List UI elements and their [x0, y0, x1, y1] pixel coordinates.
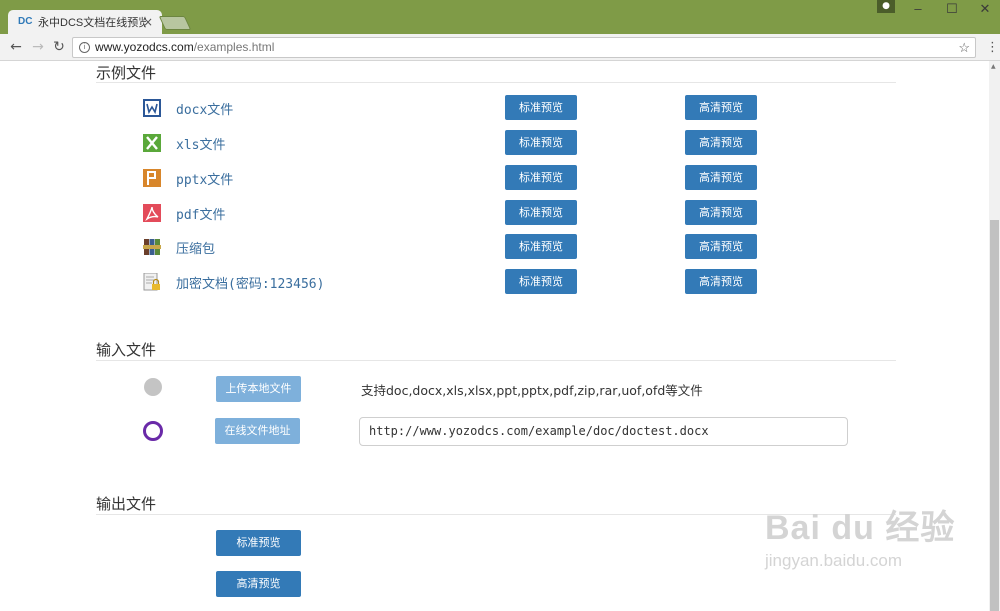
- browser-titlebar: DC 永中DCS文档在线预览 - × ● – ☐ ✕: [0, 0, 1000, 34]
- file-label-pdf[interactable]: pdf文件: [176, 204, 225, 223]
- standard-preview-button-xls[interactable]: 标准预览: [505, 130, 577, 155]
- profile-icon[interactable]: ●: [877, 0, 895, 13]
- file-label-xls[interactable]: xls文件: [176, 134, 225, 153]
- hd-preview-button-pptx[interactable]: 高清预览: [685, 165, 757, 190]
- output-hd-preview-button[interactable]: 高清预览: [216, 571, 301, 597]
- new-tab-button[interactable]: [158, 16, 192, 30]
- upload-radio[interactable]: [144, 378, 162, 396]
- output-standard-preview-button[interactable]: 标准预览: [216, 530, 301, 556]
- scrollbar-thumb[interactable]: [990, 220, 999, 611]
- hd-preview-button-docx[interactable]: 高清预览: [685, 95, 757, 120]
- browser-toolbar: ← → ↻ i www.yozodcs.com/examples.html ☆ …: [0, 34, 1000, 61]
- hd-preview-button-encrypted[interactable]: 高清预览: [685, 269, 757, 294]
- watermark-url: jingyan.baidu.com: [765, 551, 903, 570]
- word-icon: [143, 99, 161, 117]
- close-window-button[interactable]: ✕: [970, 2, 1000, 18]
- file-url-input[interactable]: http://www.yozodcs.com/example/doc/docte…: [359, 417, 848, 446]
- browser-menu-icon[interactable]: ⋮: [986, 40, 999, 55]
- hd-preview-button-xls[interactable]: 高清预览: [685, 130, 757, 155]
- tab-title: 永中DCS文档在线预览 -: [38, 17, 146, 29]
- hd-preview-button-archive[interactable]: 高清预览: [685, 234, 757, 259]
- minimize-button[interactable]: –: [903, 2, 933, 18]
- url-path: /examples.html: [193, 40, 275, 54]
- standard-preview-button-encrypted[interactable]: 标准预览: [505, 269, 577, 294]
- standard-preview-button-pdf[interactable]: 标准预览: [505, 200, 577, 225]
- forward-arrow-icon[interactable]: →: [30, 39, 46, 55]
- url-host: www.yozodcs.com: [95, 40, 194, 54]
- reload-icon[interactable]: ↻: [51, 39, 67, 55]
- encrypted-doc-icon: [143, 273, 160, 291]
- online-file-url-button[interactable]: 在线文件地址: [215, 418, 300, 444]
- archive-icon: [143, 239, 161, 255]
- hd-preview-button-pdf[interactable]: 高清预览: [685, 200, 757, 225]
- online-url-radio[interactable]: [143, 421, 163, 441]
- tab-close-icon[interactable]: ×: [143, 15, 153, 29]
- section-divider: [96, 360, 896, 361]
- file-label-pptx[interactable]: pptx文件: [176, 169, 233, 188]
- watermark-logo: Bai du 经验: [765, 509, 956, 547]
- scroll-up-arrow-icon[interactable]: ▲: [991, 63, 996, 70]
- ppt-icon: [143, 169, 161, 187]
- section-divider: [96, 82, 896, 83]
- baidu-jingyan-watermark: Bai du 经验 jingyan.baidu.com: [765, 500, 955, 571]
- file-label-archive[interactable]: 压缩包: [176, 238, 215, 257]
- file-label-docx[interactable]: docx文件: [176, 99, 233, 118]
- file-label-encrypted[interactable]: 加密文档(密码:123456): [176, 273, 324, 292]
- maximize-button[interactable]: ☐: [937, 2, 967, 18]
- dcs-favicon-icon: DC: [18, 16, 33, 27]
- supported-formats-text: 支持doc,docx,xls,xlsx,ppt,pptx,pdf,zip,rar…: [361, 383, 703, 398]
- back-arrow-icon[interactable]: ←: [8, 39, 24, 55]
- standard-preview-button-docx[interactable]: 标准预览: [505, 95, 577, 120]
- standard-preview-button-pptx[interactable]: 标准预览: [505, 165, 577, 190]
- section-title-examples: 示例文件: [96, 64, 157, 82]
- section-title-input: 输入文件: [96, 341, 157, 359]
- section-title-output: 输出文件: [96, 495, 157, 513]
- address-bar[interactable]: i www.yozodcs.com/examples.html ☆: [72, 37, 976, 58]
- bookmark-star-icon[interactable]: ☆: [958, 38, 970, 57]
- browser-tab[interactable]: DC 永中DCS文档在线预览 - ×: [8, 10, 162, 34]
- pdf-icon: [143, 204, 161, 222]
- info-icon[interactable]: i: [79, 42, 90, 53]
- upload-local-file-button[interactable]: 上传本地文件: [216, 376, 301, 402]
- excel-icon: [143, 134, 161, 152]
- standard-preview-button-archive[interactable]: 标准预览: [505, 234, 577, 259]
